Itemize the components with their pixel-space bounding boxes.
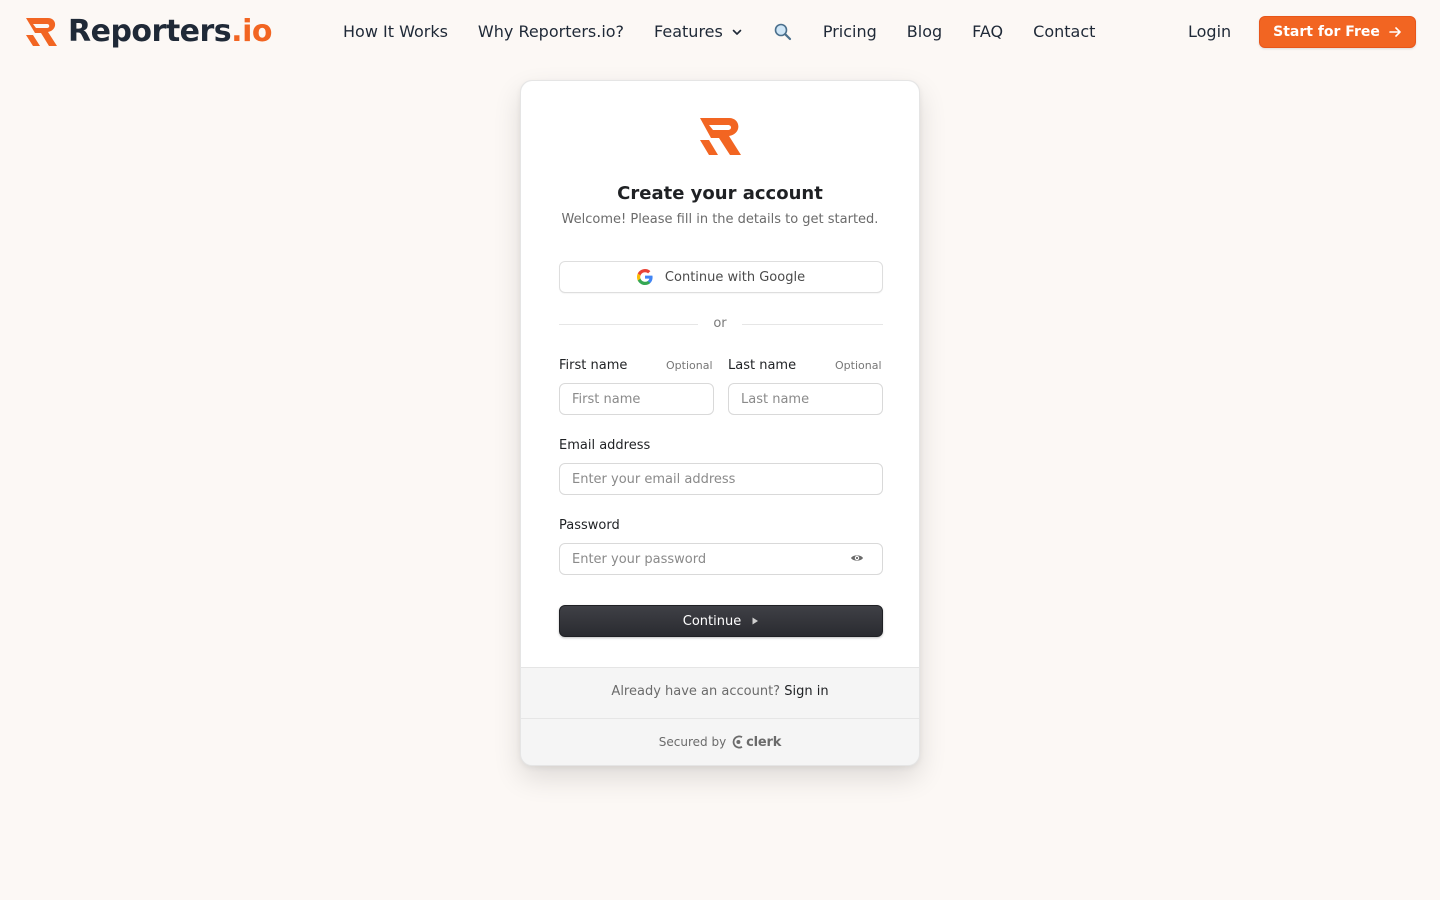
sign-in-link[interactable]: Sign in [784, 684, 828, 699]
divider-left [559, 324, 698, 325]
eye-icon[interactable] [850, 551, 864, 565]
signup-form: Create your account Welcome! Please fill… [521, 81, 919, 668]
nav-how-it-works[interactable]: How It Works [343, 20, 448, 44]
start-for-free-label: Start for Free [1273, 24, 1380, 40]
email-label: Email address [559, 438, 651, 453]
continue-label: Continue [682, 613, 742, 629]
footer-divider [521, 718, 919, 719]
clerk-wordmark: clerk [746, 734, 782, 750]
continue-with-google-label: Continue with Google [664, 269, 806, 285]
nav-faq[interactable]: FAQ [972, 20, 1003, 44]
nav-contact[interactable]: Contact [1033, 20, 1095, 44]
signup-card: Create your account Welcome! Please fill… [520, 80, 920, 766]
last-name-label: Last name [728, 358, 797, 373]
nav-blog[interactable]: Blog [907, 20, 942, 44]
search-icon [774, 23, 791, 41]
password-label: Password [559, 518, 620, 533]
clerk-logo-icon [732, 735, 743, 749]
signup-subtitle: Welcome! Please fill in the details to g… [561, 212, 879, 227]
password-input[interactable] [559, 543, 883, 575]
brand-tld: .io [231, 14, 272, 49]
nav-features-label: Features [654, 22, 723, 41]
nav-features[interactable]: Features [654, 20, 743, 44]
chevron-down-icon [732, 29, 742, 35]
first-name-optional: Optional [666, 359, 713, 372]
continue-button[interactable]: Continue [559, 605, 883, 637]
secured-by-clerk: Secured by clerk [521, 734, 919, 750]
divider-or: or [713, 316, 727, 331]
secured-by-text: Secured by [658, 735, 727, 749]
reporters-logo-icon [700, 118, 741, 155]
login-link[interactable]: Login [1188, 20, 1231, 44]
continue-with-google-button[interactable]: Continue with Google [559, 261, 883, 293]
nav-why-reporters[interactable]: Why Reporters.io? [478, 20, 624, 44]
last-name-optional: Optional [835, 359, 882, 372]
reporters-logo-icon [26, 18, 57, 46]
first-name-label: First name [559, 358, 628, 373]
google-icon [636, 269, 653, 285]
top-navbar: Reporters.io How It Works Why Reporters.… [0, 0, 1440, 64]
first-name-input[interactable] [559, 383, 714, 415]
have-account-text: Already have an account? [611, 684, 781, 699]
nav-pricing[interactable]: Pricing [823, 20, 877, 44]
brand-logo[interactable]: Reporters.io [24, 14, 272, 50]
signin-prompt: Already have an account? Sign in [521, 684, 919, 699]
brand-name: Reporters [68, 14, 232, 49]
email-input[interactable] [559, 463, 883, 495]
arrow-right-icon [1389, 27, 1401, 37]
signup-title: Create your account [617, 183, 823, 204]
last-name-input[interactable] [728, 383, 883, 415]
main-nav: How It Works Why Reporters.io? Features … [343, 20, 1125, 44]
start-for-free-button[interactable]: Start for Free [1259, 16, 1416, 48]
search-button[interactable] [773, 22, 793, 42]
play-icon [752, 617, 759, 625]
divider-right [742, 324, 883, 325]
